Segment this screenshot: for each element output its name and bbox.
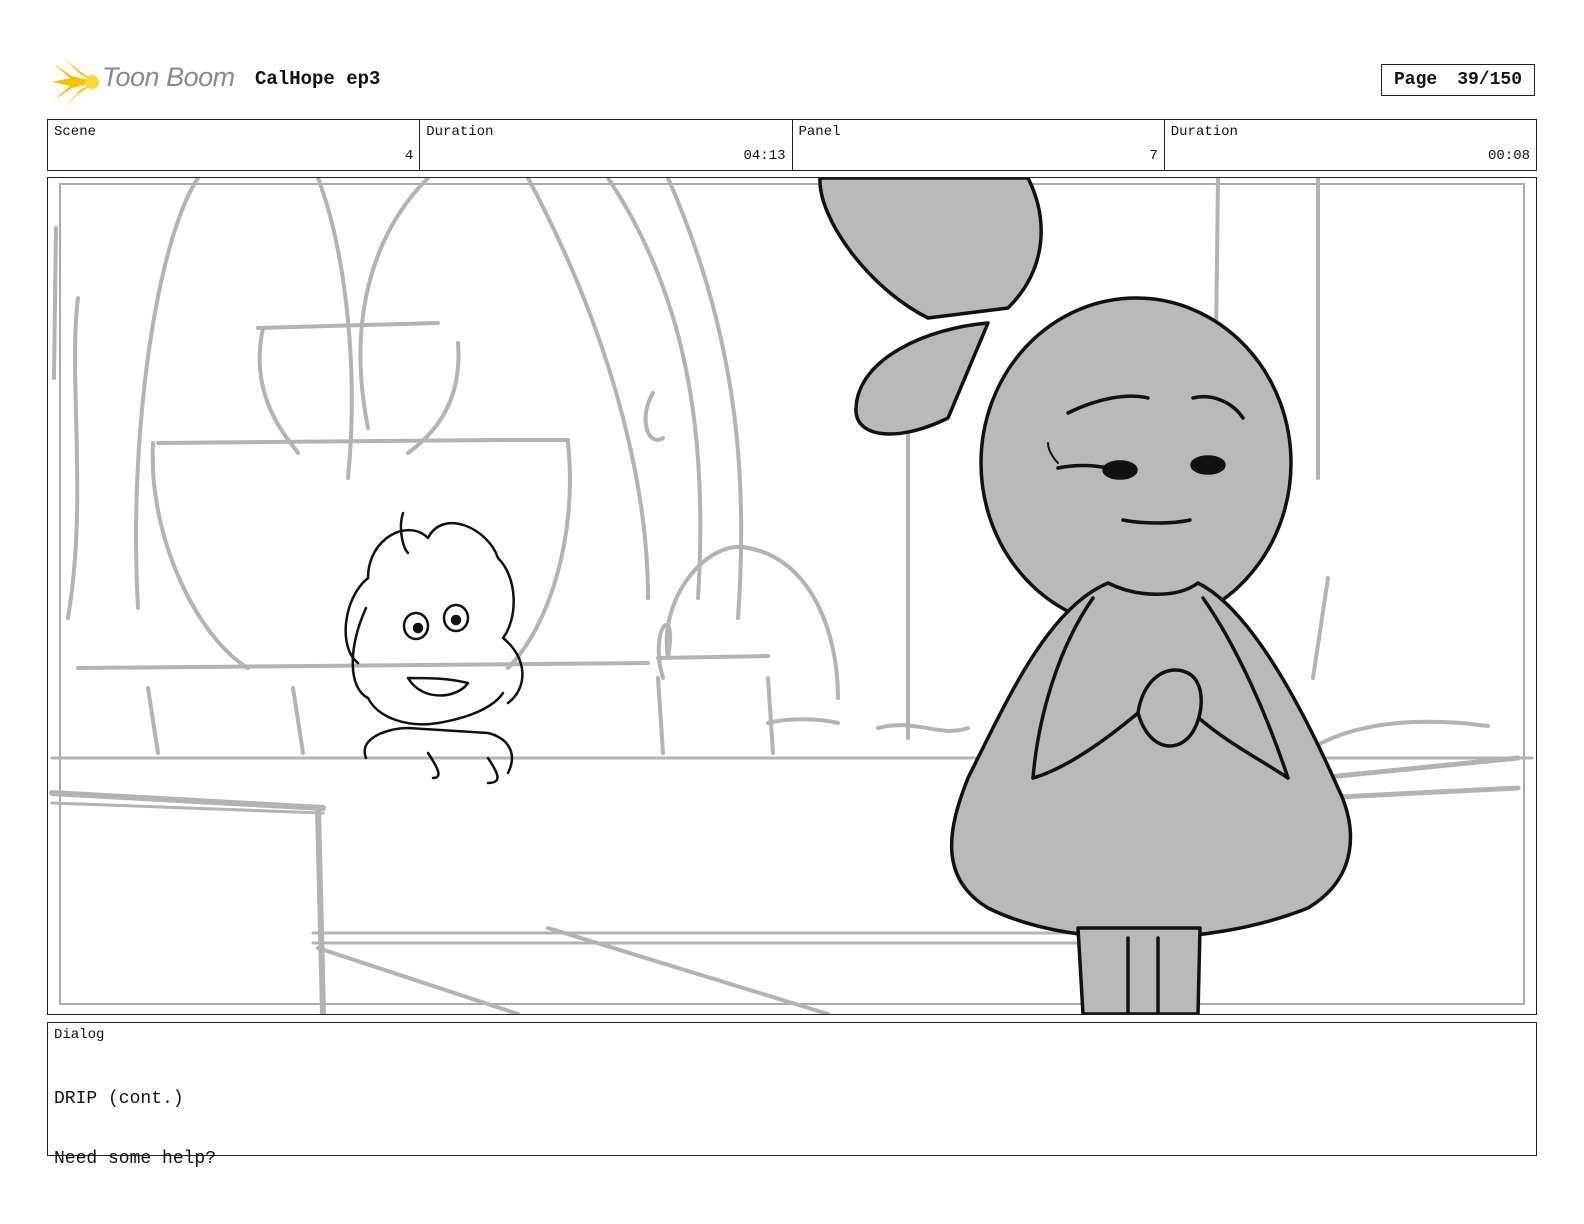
- logo-text: Toon Boom: [102, 62, 235, 92]
- panel-sketch: [49, 178, 1534, 1014]
- scene-duration-value: 04:13: [743, 148, 786, 164]
- page-indicator: Page 39/150: [1381, 64, 1535, 96]
- page-label: Page: [1393, 70, 1438, 90]
- dialog-box: Dialog DRIP (cont.) Need some help?: [47, 1022, 1537, 1169]
- project-title: CalHope ep3: [255, 68, 381, 90]
- scene-duration-cell: Duration 04:13: [420, 120, 793, 170]
- drip-character: [344, 511, 524, 785]
- panel-duration-cell: Duration 00:08: [1165, 120, 1536, 170]
- storyboard-panel: [47, 177, 1537, 1015]
- scene-cell: Scene 4: [48, 120, 421, 170]
- cal-character: [818, 178, 1353, 1014]
- panel-info-row: Scene 4 Duration 04:13 Panel 7 Duration …: [47, 119, 1537, 171]
- dialog-line-text: Need some help?: [54, 1149, 217, 1169]
- panel-cell: Panel 7: [793, 120, 1165, 170]
- toon-boom-logo: Toon Boom: [52, 56, 242, 108]
- scene-label: Scene: [54, 124, 97, 140]
- panel-duration-label: Duration: [1170, 124, 1238, 140]
- scene-value: 4: [404, 148, 414, 164]
- page-number: 39/150: [1457, 70, 1523, 90]
- dialog-text: DRIP (cont.) Need some help?: [54, 1049, 216, 1209]
- panel-duration-value: 00:08: [1487, 148, 1530, 164]
- panel-value: 7: [1149, 148, 1158, 164]
- dialog-line-speaker: DRIP (cont.): [54, 1089, 184, 1109]
- dialog-label: Dialog: [54, 1027, 105, 1043]
- star-burst-icon: [52, 56, 99, 108]
- scene-duration-label: Duration: [426, 124, 494, 140]
- panel-label: Panel: [798, 124, 841, 140]
